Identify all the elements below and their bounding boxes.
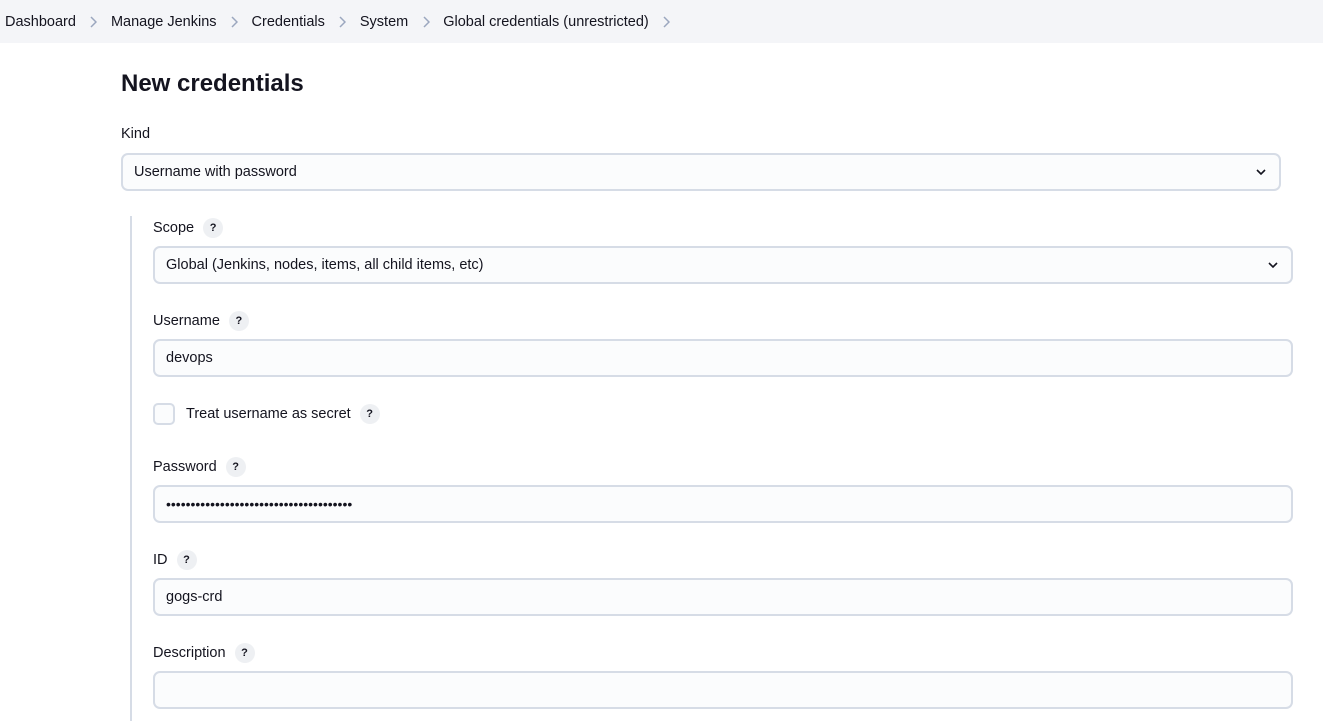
chevron-right-icon[interactable] (649, 14, 684, 30)
breadcrumb-credentials[interactable]: Credentials (252, 14, 325, 30)
nested-section-border (130, 216, 132, 721)
description-label-text: Description (153, 645, 226, 661)
description-help-icon[interactable]: ? (234, 643, 255, 663)
breadcrumb-global-credentials[interactable]: Global credentials (unrestricted) (443, 14, 649, 30)
treat-username-secret-checkbox[interactable] (153, 403, 175, 425)
kind-select[interactable]: Username with password (121, 153, 1281, 191)
password-label-text: Password (153, 459, 217, 475)
breadcrumb-system[interactable]: System (360, 14, 408, 30)
chevron-right-icon (76, 14, 111, 30)
username-label: Username ? (153, 311, 249, 331)
id-label-text: ID (153, 552, 168, 568)
username-label-text: Username (153, 313, 220, 329)
scope-select-value: Global (Jenkins, nodes, items, all child… (166, 257, 484, 273)
page-title: New credentials (121, 70, 304, 97)
password-help-icon[interactable]: ? (225, 457, 246, 477)
password-input-value: •••••••••••••••••••••••••••••••••••••• (166, 496, 353, 512)
scope-label: Scope ? (153, 218, 224, 238)
kind-label: Kind (121, 126, 151, 142)
description-input[interactable] (153, 671, 1293, 709)
description-label: Description ? (153, 643, 255, 663)
chevron-down-icon (1255, 166, 1267, 182)
treat-username-secret-label: Treat username as secret ? (186, 404, 380, 424)
scope-label-text: Scope (153, 220, 195, 236)
breadcrumb-dashboard[interactable]: Dashboard (5, 14, 76, 30)
chevron-right-icon (408, 14, 443, 30)
username-input-value: devops (166, 350, 213, 366)
chevron-right-icon (217, 14, 252, 30)
id-input[interactable]: gogs-crd (153, 578, 1293, 616)
treat-username-secret-text[interactable]: Treat username as secret (186, 406, 351, 422)
treat-secret-help-icon[interactable]: ? (359, 404, 380, 424)
id-help-icon[interactable]: ? (176, 550, 197, 570)
password-label: Password ? (153, 457, 246, 477)
username-input[interactable]: devops (153, 339, 1293, 377)
id-label: ID ? (153, 550, 197, 570)
scope-select[interactable]: Global (Jenkins, nodes, items, all child… (153, 246, 1293, 284)
kind-select-value: Username with password (134, 164, 297, 180)
scope-help-icon[interactable]: ? (203, 218, 224, 238)
breadcrumb: Dashboard Manage Jenkins Credentials Sys… (0, 0, 1323, 43)
chevron-right-icon (325, 14, 360, 30)
username-help-icon[interactable]: ? (228, 311, 249, 331)
breadcrumb-manage-jenkins[interactable]: Manage Jenkins (111, 14, 217, 30)
chevron-down-icon (1267, 259, 1279, 275)
id-input-value: gogs-crd (166, 589, 223, 605)
password-input[interactable]: •••••••••••••••••••••••••••••••••••••• (153, 485, 1293, 523)
